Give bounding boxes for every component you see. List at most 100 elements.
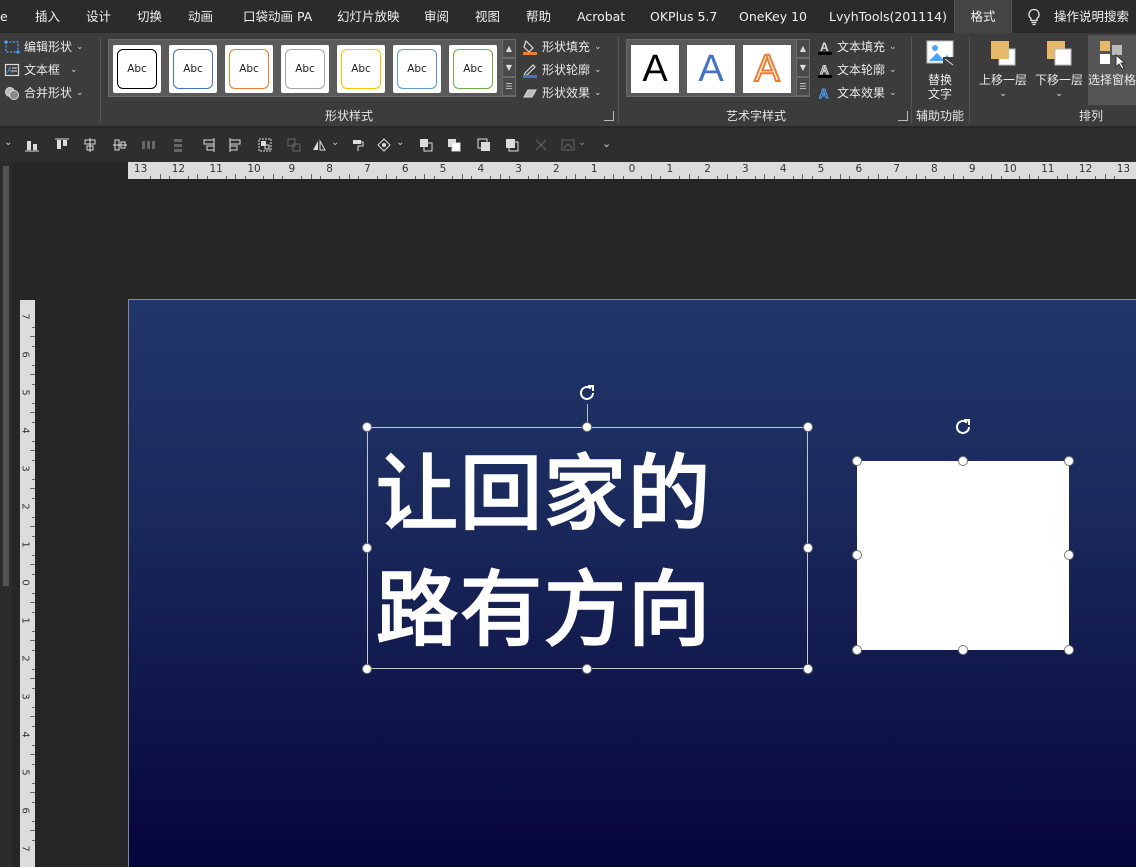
shape-effects-button[interactable]: 形状效果 ⌄ bbox=[522, 83, 602, 103]
resize-handle-bl[interactable] bbox=[852, 645, 862, 655]
tab-review[interactable]: 审阅 bbox=[424, 0, 449, 33]
align-right-icon[interactable] bbox=[200, 137, 216, 153]
edit-shape-icon[interactable] bbox=[376, 137, 392, 153]
align-middle-icon[interactable] bbox=[112, 137, 128, 153]
tab-onekey[interactable]: OneKey 10 bbox=[739, 0, 807, 33]
format-painter-icon[interactable] bbox=[350, 137, 366, 153]
resize-handle-tr[interactable] bbox=[803, 422, 813, 432]
dialog-launcher-icon[interactable] bbox=[604, 111, 614, 121]
resize-handle-tl[interactable] bbox=[362, 422, 372, 432]
wordart-thumb-3[interactable]: A bbox=[743, 45, 791, 93]
headline-text[interactable]: 让回家的 路有方向 bbox=[376, 436, 806, 668]
edit-shape-button[interactable]: 编辑形状 ⌄ bbox=[4, 37, 84, 57]
tab-okplus[interactable]: OKPlus 5.7 bbox=[650, 0, 717, 33]
ruler-tick bbox=[32, 554, 35, 556]
slide-canvas[interactable]: 让回家的 路有方向 bbox=[128, 299, 1136, 867]
rotate-icon[interactable] bbox=[311, 137, 327, 153]
gallery-scroll-down[interactable]: ▼ bbox=[502, 58, 516, 77]
wordart-thumb-1[interactable]: A bbox=[631, 45, 679, 93]
dialog-launcher-icon[interactable] bbox=[898, 111, 908, 121]
resize-handle-br[interactable] bbox=[1064, 645, 1074, 655]
wordart-thumb-2[interactable]: A bbox=[687, 45, 735, 93]
resize-handle-l[interactable] bbox=[852, 550, 862, 560]
horizontal-ruler[interactable]: 13 12 11 10 9 8 7 6 5 4 3 2 1 0 1 2 3 4 5 6 7 8 9 10 11 12 13 bbox=[128, 162, 1136, 179]
ruler-tick bbox=[30, 412, 35, 413]
ruler-tick bbox=[386, 174, 388, 179]
tab-file[interactable]: e bbox=[0, 0, 8, 33]
shape-fill-button[interactable]: 形状填充 ⌄ bbox=[522, 37, 602, 57]
shape-outline-button[interactable]: 形状轮廓 ⌄ bbox=[522, 60, 602, 80]
white-rectangle-shape[interactable] bbox=[857, 461, 1069, 650]
bring-to-front-icon[interactable] bbox=[418, 137, 434, 153]
selection-pane-button[interactable]: 选择窗格 bbox=[1088, 35, 1136, 105]
tell-me-search[interactable]: 操作说明搜索 bbox=[1054, 0, 1129, 33]
ruler-tick bbox=[490, 176, 492, 179]
resize-handle-bl[interactable] bbox=[362, 664, 372, 674]
rotate-handle-icon[interactable] bbox=[951, 415, 975, 439]
shape-style-thumb-5[interactable]: Abc bbox=[337, 45, 385, 93]
lightbulb-icon[interactable] bbox=[1026, 8, 1042, 26]
chevron-down-icon[interactable]: ⌄ bbox=[396, 137, 412, 153]
send-backward-button[interactable]: 下移一层 ⌄ bbox=[1032, 37, 1086, 101]
tab-help[interactable]: 帮助 bbox=[526, 0, 551, 33]
tab-pocket-animation[interactable]: 口袋动画 PA bbox=[243, 0, 312, 33]
gallery-scroll-down[interactable]: ▼ bbox=[796, 58, 810, 77]
tab-slideshow[interactable]: 幻灯片放映 bbox=[337, 0, 400, 33]
tab-format[interactable]: 格式 bbox=[954, 0, 1012, 33]
shape-style-thumb-3[interactable]: Abc bbox=[225, 45, 273, 93]
tab-design[interactable]: 设计 bbox=[86, 0, 111, 33]
headline-text-box[interactable]: 让回家的 路有方向 bbox=[367, 427, 808, 669]
resize-handle-b[interactable] bbox=[958, 645, 968, 655]
tab-animations[interactable]: 动画 bbox=[188, 0, 213, 33]
resize-handle-br[interactable] bbox=[803, 664, 813, 674]
resize-handle-tl[interactable] bbox=[852, 456, 862, 466]
vertical-scrollbar[interactable] bbox=[3, 166, 9, 586]
alt-text-button[interactable]: 替换 文字 bbox=[918, 37, 962, 101]
shape-style-thumb-1[interactable]: Abc bbox=[113, 45, 161, 93]
merge-shapes-button[interactable]: 合并形状 ⌄ bbox=[4, 83, 84, 103]
chevron-down-icon[interactable]: ⌄ bbox=[4, 137, 20, 153]
resize-handle-t[interactable] bbox=[958, 456, 968, 466]
ruler-tick bbox=[1019, 176, 1021, 179]
resize-handle-t[interactable] bbox=[582, 422, 592, 432]
align-left-icon[interactable] bbox=[228, 137, 244, 153]
chevron-down-icon[interactable]: ⌄ bbox=[331, 137, 347, 153]
shape-styles-gallery: Abc Abc Abc Abc Abc Abc Abc bbox=[108, 39, 516, 97]
customize-toolbar-icon[interactable]: ⌄ bbox=[602, 137, 618, 153]
resize-handle-r[interactable] bbox=[1064, 550, 1074, 560]
align-top-icon[interactable] bbox=[54, 137, 70, 153]
ruler-tick bbox=[717, 176, 719, 179]
align-bottom-icon[interactable] bbox=[24, 137, 40, 153]
gallery-more[interactable]: ☰ bbox=[502, 77, 516, 96]
tab-acrobat[interactable]: Acrobat bbox=[577, 0, 625, 33]
shape-style-thumb-7[interactable]: Abc bbox=[449, 45, 497, 93]
vertical-ruler[interactable]: 7 6 5 4 3 2 1 0 1 2 3 4 5 6 7 bbox=[20, 300, 35, 867]
text-effects-button[interactable]: A 文本效果 ⌄ bbox=[817, 83, 897, 103]
resize-handle-l[interactable] bbox=[362, 543, 372, 553]
text-outline-button[interactable]: A 文本轮廓 ⌄ bbox=[817, 60, 897, 80]
ruler-number: 4 bbox=[20, 731, 31, 738]
gallery-scroll-up[interactable]: ▲ bbox=[796, 39, 810, 58]
tab-transitions[interactable]: 切换 bbox=[137, 0, 162, 33]
ruler-tick bbox=[32, 649, 35, 651]
bring-forward-button[interactable]: 上移一层 ⌄ bbox=[976, 37, 1030, 101]
group-objects-icon[interactable] bbox=[257, 137, 273, 153]
shape-style-thumb-6[interactable]: Abc bbox=[393, 45, 441, 93]
gallery-scroll-up[interactable]: ▲ bbox=[502, 39, 516, 58]
text-fill-button[interactable]: A 文本填充 ⌄ bbox=[817, 37, 897, 57]
align-center-icon[interactable] bbox=[82, 137, 98, 153]
shape-style-thumb-4[interactable]: Abc bbox=[281, 45, 329, 93]
send-backward-icon[interactable] bbox=[504, 137, 520, 153]
resize-handle-tr[interactable] bbox=[1064, 456, 1074, 466]
bring-forward-icon[interactable] bbox=[476, 137, 492, 153]
tab-insert[interactable]: 插入 bbox=[35, 0, 60, 33]
shape-style-thumb-2[interactable]: Abc bbox=[169, 45, 217, 93]
tab-lvyhtools[interactable]: LvyhTools(201114) bbox=[829, 0, 947, 33]
resize-handle-r[interactable] bbox=[803, 543, 813, 553]
gallery-more[interactable]: ☰ bbox=[796, 77, 810, 96]
rotate-handle-icon[interactable] bbox=[575, 381, 599, 405]
resize-handle-b[interactable] bbox=[582, 664, 592, 674]
text-box-button[interactable]: A 文本框 ⌄ bbox=[4, 60, 78, 80]
tab-view[interactable]: 视图 bbox=[475, 0, 500, 33]
send-to-back-icon[interactable] bbox=[446, 137, 462, 153]
